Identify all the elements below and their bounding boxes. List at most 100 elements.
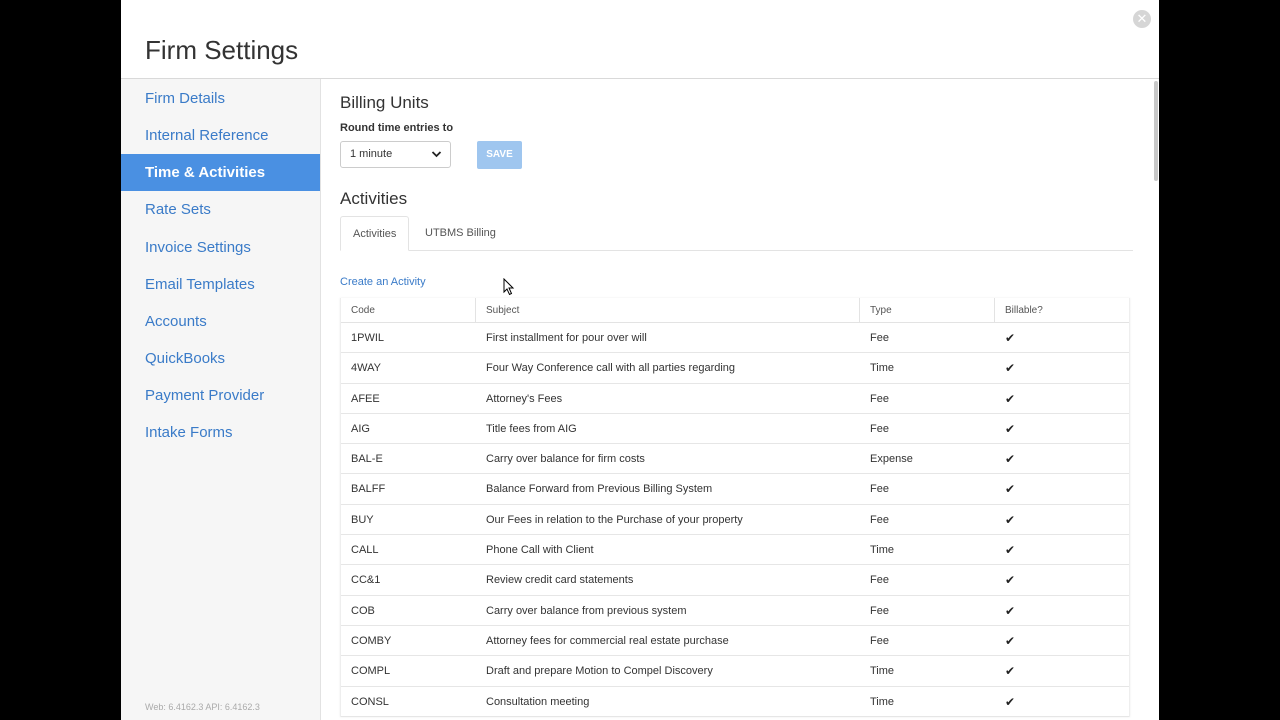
table-row[interactable]: CONSL Consultation meeting Time ✔: [341, 687, 1129, 717]
round-time-value: 1 minute: [350, 148, 393, 160]
cell-code: AIG: [351, 422, 370, 435]
content-scrollbar[interactable]: [1153, 79, 1159, 720]
sidebar-item-invoice-settings[interactable]: Invoice Settings: [121, 229, 320, 266]
cell-type: Time: [870, 362, 895, 375]
check-icon: ✔: [1005, 603, 1016, 618]
sidebar-item-firm-details[interactable]: Firm Details: [121, 80, 320, 117]
cell-type: Fee: [870, 634, 889, 647]
cell-subject: Title fees from AIG: [486, 422, 577, 435]
cell-type: Fee: [870, 422, 889, 435]
cell-subject: Our Fees in relation to the Purchase of …: [486, 513, 743, 526]
cell-code: CALL: [351, 544, 379, 557]
cell-code: 1PWIL: [351, 332, 385, 344]
cell-subject: Draft and prepare Motion to Compel Disco…: [486, 665, 713, 678]
table-header: Code Subject Type Billable?: [341, 298, 1129, 323]
sidebar: Firm Details Internal Reference Time & A…: [121, 79, 321, 720]
check-icon: ✔: [1005, 361, 1016, 376]
close-icon: ✕: [1136, 11, 1148, 26]
cell-type: Time: [870, 665, 895, 678]
check-icon: ✔: [1005, 331, 1016, 345]
check-icon: ✔: [1005, 391, 1016, 406]
table-row[interactable]: COB Carry over balance from previous syst…: [341, 596, 1129, 626]
check-icon: ✔: [1005, 482, 1016, 497]
cell-type: Fee: [870, 604, 889, 617]
table-row[interactable]: BUY Our Fees in relation to the Purchase …: [341, 505, 1129, 536]
cell-subject: Balance Forward from Previous Billing Sy…: [486, 483, 713, 496]
tab-activities[interactable]: Activities: [340, 216, 410, 251]
sidebar-item-intake-forms[interactable]: Intake Forms: [121, 414, 320, 451]
scrollbar-thumb[interactable]: [1154, 81, 1158, 181]
check-icon: ✔: [1005, 452, 1016, 467]
cell-code: CONSL: [351, 695, 389, 708]
sidebar-item-accounts[interactable]: Accounts: [121, 303, 320, 340]
cell-subject: Attorney fees for commercial real estate…: [486, 634, 729, 647]
sidebar-item-internal-reference[interactable]: Internal Reference: [121, 117, 320, 154]
table-row[interactable]: BALFF Balance Forward from Previous Billi…: [341, 474, 1129, 505]
cell-type: Fee: [870, 332, 889, 344]
table-row[interactable]: AFEE Attorney's Fees Fee ✔: [341, 384, 1129, 414]
cell-code: CC&1: [351, 574, 381, 587]
sidebar-item-time-activities[interactable]: Time & Activities: [121, 154, 320, 191]
table-row[interactable]: BAL-E Carry over balance for firm costs Ex…: [341, 444, 1129, 475]
cell-code: BAL-E: [351, 453, 383, 466]
cell-subject: Carry over balance for firm costs: [486, 453, 645, 466]
check-icon: ✔: [1005, 664, 1016, 679]
cell-code: COMPL: [351, 665, 391, 678]
cell-type: Fee: [870, 513, 889, 526]
cell-code: COMBY: [351, 634, 392, 647]
activities-heading: Activities: [340, 189, 408, 208]
check-icon: ✔: [1005, 633, 1016, 648]
table-body: 1PWIL First installment for pour over wil…: [341, 323, 1129, 717]
activities-tabs: Activities UTBMS Billing: [340, 216, 1133, 251]
column-header-subject[interactable]: Subject: [475, 298, 860, 322]
chevron-down-icon: [431, 142, 442, 177]
activities-table: Code Subject Type Billable? 1PWIL First i…: [340, 298, 1130, 717]
cell-type: Time: [870, 544, 895, 557]
cell-type: Time: [870, 695, 895, 708]
firm-settings-modal: Firm Settings ✕ Firm Details Internal Re…: [121, 0, 1159, 720]
cell-subject: First installment for pour over will: [486, 332, 647, 344]
mouse-pointer-icon: [503, 278, 515, 296]
version-info: Web: 6.4162.3 API: 6.4162.3: [145, 702, 260, 712]
sidebar-item-payment-provider[interactable]: Payment Provider: [121, 377, 320, 414]
cell-subject: Phone Call with Client: [486, 544, 594, 557]
main-content: Billing Units Round time entries to 1 mi…: [321, 79, 1159, 720]
cell-code: 4WAY: [351, 362, 381, 375]
check-icon: ✔: [1005, 421, 1016, 436]
sidebar-item-rate-sets[interactable]: Rate Sets: [121, 191, 320, 228]
round-time-label: Round time entries to: [340, 122, 454, 134]
save-button[interactable]: SAVE: [477, 141, 522, 169]
modal-header: Firm Settings ✕: [121, 0, 1159, 79]
cell-subject: Carry over balance from previous system: [486, 604, 687, 617]
close-button[interactable]: ✕: [1133, 10, 1151, 28]
table-row[interactable]: AIG Title fees from AIG Fee ✔: [341, 414, 1129, 445]
page-title: Firm Settings: [145, 35, 299, 65]
check-icon: ✔: [1005, 543, 1016, 558]
cell-type: Fee: [870, 483, 889, 496]
cell-subject: Attorney's Fees: [486, 392, 563, 405]
table-row[interactable]: COMBY Attorney fees for commercial real e…: [341, 626, 1129, 657]
check-icon: ✔: [1005, 512, 1016, 527]
sidebar-item-quickbooks[interactable]: QuickBooks: [121, 340, 320, 377]
sidebar-item-email-templates[interactable]: Email Templates: [121, 266, 320, 303]
column-header-type[interactable]: Type: [859, 298, 994, 322]
round-time-select[interactable]: 1 minute: [340, 141, 451, 168]
billing-units-heading: Billing Units: [340, 93, 429, 112]
table-row[interactable]: COMPL Draft and prepare Motion to Compel …: [341, 656, 1129, 687]
check-icon: ✔: [1005, 694, 1016, 709]
column-header-code[interactable]: Code: [341, 298, 475, 322]
table-row[interactable]: 4WAY Four Way Conference call with all pa…: [341, 353, 1129, 384]
cell-type: Expense: [870, 453, 913, 466]
cell-code: BUY: [351, 513, 374, 526]
cell-type: Fee: [870, 392, 889, 405]
cell-subject: Four Way Conference call with all partie…: [486, 362, 736, 375]
cell-type: Fee: [870, 574, 889, 587]
create-activity-link[interactable]: Create an Activity: [340, 276, 426, 288]
cell-subject: Review credit card statements: [486, 574, 634, 587]
tab-utbms-billing[interactable]: UTBMS Billing: [413, 216, 508, 250]
column-header-billable[interactable]: Billable?: [994, 298, 1129, 322]
table-row[interactable]: CALL Phone Call with Client Time ✔: [341, 535, 1129, 566]
check-icon: ✔: [1005, 573, 1016, 588]
table-row[interactable]: 1PWIL First installment for pour over wil…: [341, 323, 1129, 354]
table-row[interactable]: CC&1 Review credit card statements Fee ✔: [341, 565, 1129, 596]
